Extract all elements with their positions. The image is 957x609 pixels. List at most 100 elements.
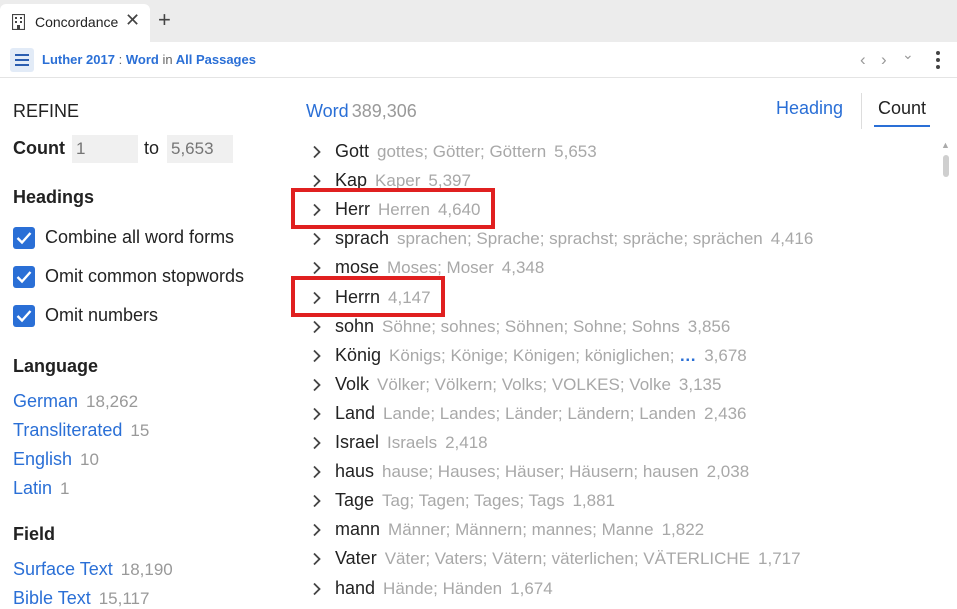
checkbox-checked-icon[interactable]	[13, 266, 35, 288]
word-entry: Tage Tag; Tagen; Tages; Tags 1,881	[335, 490, 615, 511]
history-dropdown-icon[interactable]: ⌄	[902, 46, 914, 63]
checkbox-checked-icon[interactable]	[13, 227, 35, 249]
divider	[861, 93, 862, 129]
scroll-up-icon[interactable]: ▲	[941, 140, 950, 150]
word-forms: Völker; Völkern; Volks; VOLKES; Volke	[377, 374, 671, 394]
word-entry: Volk Völker; Völkern; Volks; VOLKES; Volk…	[335, 374, 721, 395]
refine-title: REFINE	[13, 101, 80, 121]
chevron-right-icon[interactable]	[312, 261, 322, 275]
facet-count: 15	[130, 421, 150, 440]
chevron-right-icon[interactable]	[312, 349, 322, 363]
language-facet-german[interactable]: German 18,262	[13, 391, 138, 412]
hamburger-menu-icon[interactable]	[10, 48, 34, 72]
facet-name[interactable]: Transliterated	[13, 420, 122, 440]
resource-link[interactable]: Luther 2017	[42, 52, 115, 67]
chevron-right-icon[interactable]	[312, 582, 322, 596]
word-count: 1,717	[758, 549, 801, 569]
word-details: Hände; Händen 1,674	[383, 579, 553, 598]
chevron-right-icon[interactable]	[312, 465, 322, 479]
tab-concordance[interactable]: Concordance ✕	[0, 4, 150, 42]
facet-name[interactable]: Surface Text	[13, 559, 113, 579]
facet-name[interactable]: German	[13, 391, 78, 411]
word-details: Königs; Könige; Königen; königlichen; … 3…	[389, 346, 747, 365]
word-entry: hand Hände; Händen 1,674	[335, 578, 553, 599]
breadcrumb: Luther 2017 : Word in All Passages	[42, 52, 256, 67]
facet-count: 18,190	[120, 560, 173, 579]
word-text: Kap	[335, 170, 368, 191]
field-facet-bible-text[interactable]: Bible Text 15,117	[13, 588, 149, 609]
word-entry: mann Männer; Männern; mannes; Manne 1,822	[335, 519, 704, 540]
checkbox-label: Omit numbers	[45, 305, 159, 325]
language-facet-english[interactable]: English 10	[13, 449, 99, 470]
tab-title: Concordance	[35, 14, 119, 30]
count-min-input[interactable]	[72, 135, 138, 163]
facet-name[interactable]: Latin	[13, 478, 52, 498]
field-facet-surface-text[interactable]: Surface Text 18,190	[13, 559, 173, 580]
add-tab-icon[interactable]: +	[158, 8, 171, 32]
field-link[interactable]: Word	[126, 52, 159, 67]
scrollbar-thumb[interactable]	[943, 155, 949, 177]
word-details: Söhne; sohnes; Söhnen; Sohne; Sohns 3,856	[382, 317, 730, 336]
word-forms: hause; Hauses; Häuser; Häusern; hausen	[382, 462, 699, 482]
chevron-right-icon[interactable]	[312, 407, 322, 421]
word-entry: Gott gottes; Götter; Göttern 5,653	[335, 141, 597, 162]
word-forms: Lande; Landes; Länder; Ländern; Landen	[383, 403, 696, 423]
word-details: Völker; Völkern; Volks; VOLKES; Volke 3,1…	[377, 375, 721, 394]
word-forms: Söhne; sohnes; Söhnen; Sohne; Sohns	[382, 316, 680, 336]
word-text: Land	[335, 402, 376, 423]
word-details: hause; Hauses; Häuser; Häusern; hausen 2,…	[382, 462, 749, 481]
word-entry: Land Lande; Landes; Länder; Ländern; Land…	[335, 403, 746, 424]
word-details: gottes; Götter; Göttern 5,653	[377, 142, 597, 161]
tab-heading[interactable]: Heading	[776, 98, 843, 119]
word-text: Gott	[335, 141, 370, 161]
word-text: Israel	[335, 432, 380, 452]
checkbox-label: Combine all word forms	[45, 227, 235, 247]
results-header: Word 389,306	[306, 101, 417, 122]
chevron-right-icon[interactable]	[312, 378, 322, 392]
chevron-right-icon[interactable]	[312, 174, 322, 188]
word-count: 3,856	[687, 316, 731, 336]
count-max-input[interactable]	[167, 135, 233, 163]
back-icon[interactable]: ‹	[860, 50, 866, 70]
language-title: Language	[13, 356, 99, 376]
word-count: 2,418	[445, 433, 488, 452]
chevron-right-icon[interactable]	[312, 552, 322, 566]
checkbox-checked-icon[interactable]	[13, 305, 35, 327]
language-facet-latin[interactable]: Latin 1	[13, 478, 70, 499]
chevron-right-icon[interactable]	[312, 145, 322, 159]
chevron-right-icon[interactable]	[312, 232, 322, 246]
more-forms-link[interactable]: …	[674, 346, 696, 365]
word-forms: sprachen; Sprache; sprachst; spräche; sp…	[397, 229, 763, 249]
scope-link[interactable]: All Passages	[176, 52, 256, 67]
close-icon[interactable]: ✕	[125, 10, 140, 31]
word-text: haus	[335, 461, 375, 482]
field-title: Field	[13, 524, 56, 544]
word-count: 5,653	[554, 142, 597, 161]
more-options-icon[interactable]	[933, 51, 943, 71]
word-entry: König Königs; Könige; Königen; königliche…	[335, 345, 747, 366]
word-count: 2,038	[706, 462, 750, 482]
facet-name[interactable]: English	[13, 449, 72, 469]
language-facet-transliterated[interactable]: Transliterated 15	[13, 420, 149, 441]
chevron-right-icon[interactable]	[312, 436, 322, 450]
word-forms: Israels	[387, 433, 438, 452]
toolbar: Luther 2017 : Word in All Passages ‹ › ⌄	[0, 42, 957, 78]
word-forms: Väter; Vaters; Vätern; väterlichen; VÄTE…	[384, 549, 751, 569]
tab-count[interactable]: Count	[874, 98, 931, 127]
forward-icon[interactable]: ›	[881, 50, 887, 70]
chevron-right-icon[interactable]	[312, 494, 322, 508]
highlight-box	[291, 275, 445, 317]
building-icon	[12, 14, 25, 30]
facet-count: 15,117	[98, 589, 150, 608]
chevron-right-icon[interactable]	[312, 523, 322, 537]
word-text: Tage	[335, 490, 375, 511]
word-text: sprach	[335, 228, 390, 249]
facet-count: 10	[80, 450, 99, 469]
count-to-label: to	[144, 138, 160, 158]
word-count: 4,348	[501, 258, 545, 278]
word-entry: sohn Söhne; sohnes; Söhnen; Sohne; Sohns 3…	[335, 316, 730, 337]
results-label: Word	[306, 101, 349, 121]
word-count: 1,881	[572, 491, 616, 511]
facet-name[interactable]: Bible Text	[13, 588, 91, 608]
chevron-right-icon[interactable]	[312, 320, 322, 334]
